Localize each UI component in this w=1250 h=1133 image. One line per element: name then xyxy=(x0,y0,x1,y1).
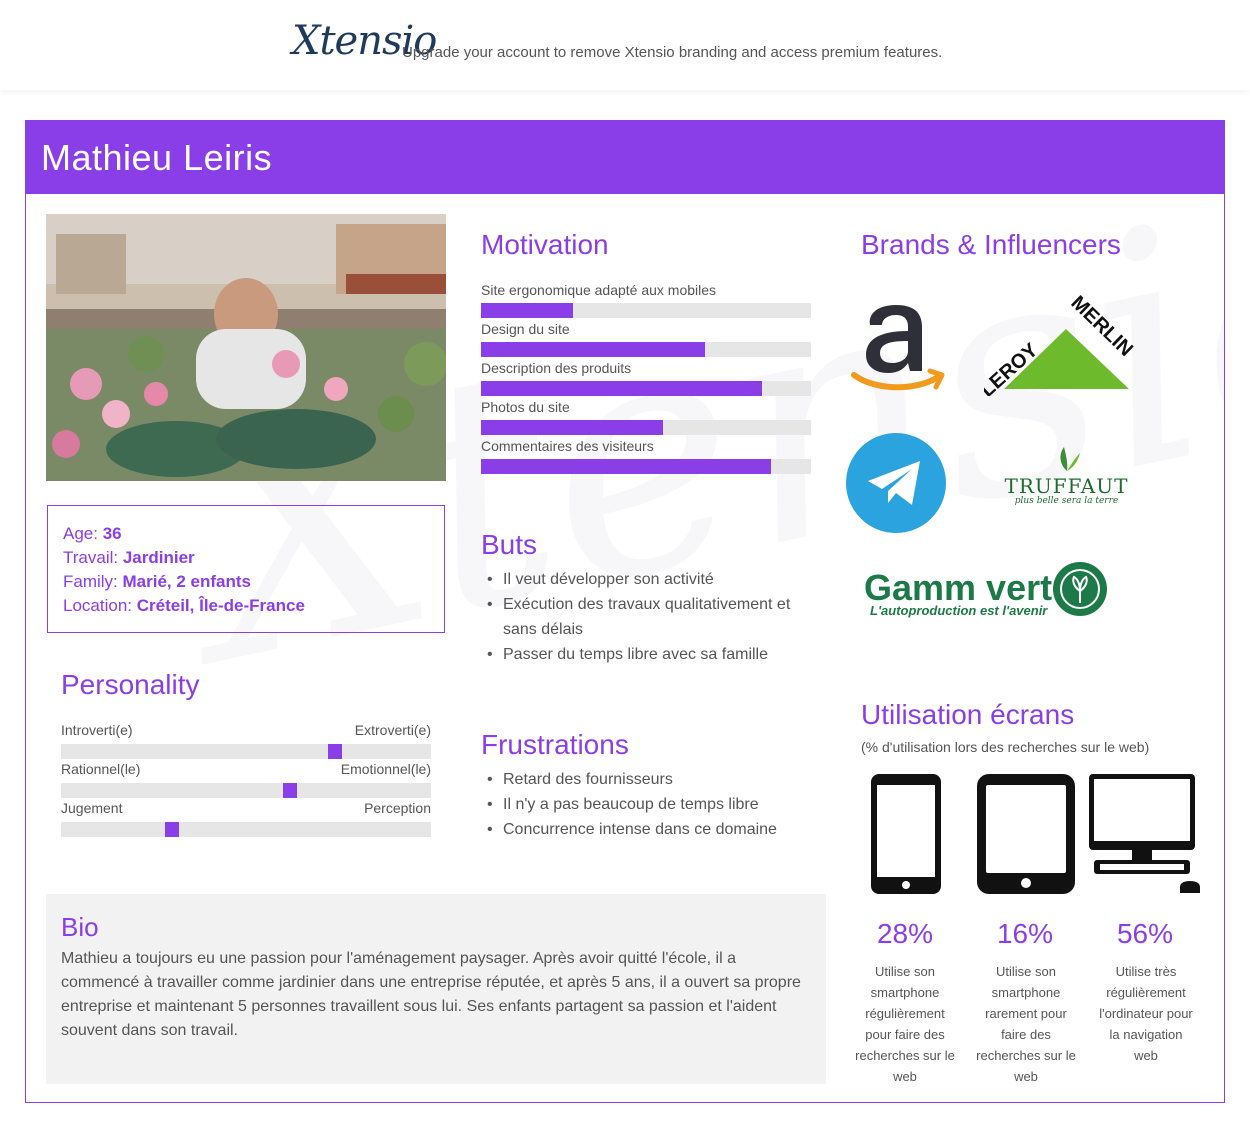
bio-heading: Bio xyxy=(61,912,99,942)
slider-track xyxy=(61,744,431,759)
slider-left-label: Introverti(e) xyxy=(61,722,133,738)
screens-heading: Utilisation écrans xyxy=(861,699,1075,730)
device-description: Utilise son smartphone régulièrement pou… xyxy=(855,964,955,1084)
amazon-logo xyxy=(846,293,946,398)
motivation-label: Photos du site xyxy=(481,399,570,415)
info-value: Jardinier xyxy=(122,548,195,567)
slider-right-label: Emotionnel(le) xyxy=(340,761,431,777)
slider-thumb xyxy=(328,744,342,759)
goals-heading: Buts xyxy=(481,529,538,560)
info-location: Location: Créteil, Île-de-France xyxy=(63,594,429,618)
persona-card: Mathieu Leiris Xtensio xyxy=(25,120,1225,1103)
personality-heading: Personality xyxy=(61,669,200,700)
truffaut-logo: TRUFFAUT plus belle sera la terre xyxy=(1004,445,1129,506)
frustrations-list: Retard des fournisseurs Il n'y a pas bea… xyxy=(481,767,821,842)
info-age: Age: 36 xyxy=(63,522,429,546)
upgrade-banner: Xtensio Upgrade your account to remove X… xyxy=(0,0,1250,90)
goals-list: Il veut développer son activité Exécutio… xyxy=(481,567,821,667)
info-family: Family: Marié, 2 enfants xyxy=(63,570,429,594)
motivation-label: Design du site xyxy=(481,321,570,337)
info-label: Travail: xyxy=(63,548,123,567)
personality-slider: Introverti(e) Extroverti(e) xyxy=(61,722,431,759)
personality-slider: Rationnel(le) Emotionnel(le) xyxy=(61,761,431,798)
info-label: Location: xyxy=(63,596,137,615)
motivation-bar: Site ergonomique adapté aux mobiles xyxy=(481,282,811,318)
slider-thumb xyxy=(165,822,179,837)
desktop-computer-icon xyxy=(1088,773,1202,900)
list-item: Exécution des travaux qualitativement et… xyxy=(481,592,821,642)
device-percent: 28% xyxy=(876,918,934,949)
info-value: Créteil, Île-de-France xyxy=(136,596,305,615)
slider-track xyxy=(61,822,431,837)
leroy-merlin-logo: LEROY MERLIN xyxy=(976,291,1149,402)
motivation-track xyxy=(481,342,811,357)
list-item: Concurrence intense dans ce domaine xyxy=(481,817,821,842)
info-job: Travail: Jardinier xyxy=(63,546,429,570)
gamm-vert-tagline: L'autoproduction est l'avenir xyxy=(870,603,1048,618)
bio-section: Bio Mathieu a toujours eu une passion po… xyxy=(46,894,826,1084)
slider-left-label: Jugement xyxy=(61,800,123,816)
motivation-bar: Photos du site xyxy=(481,399,811,435)
motivation-fill xyxy=(481,303,574,318)
brands-heading: Brands & Influencers xyxy=(861,229,1121,260)
slider-right-label: Extroverti(e) xyxy=(354,722,431,738)
motivation-bar: Commentaires des visiteurs xyxy=(481,438,811,474)
info-label: Age: xyxy=(63,524,103,543)
persona-info-box: Age: 36 Travail: Jardinier Family: Marié… xyxy=(47,505,445,633)
motivation-fill xyxy=(481,459,772,474)
list-item: Il veut développer son activité xyxy=(481,567,821,592)
motivation-track xyxy=(481,420,811,435)
slider-right-label: Perception xyxy=(364,800,431,816)
device-percent: 56% xyxy=(1116,918,1174,949)
list-item: Retard des fournisseurs xyxy=(481,767,821,792)
motivation-label: Site ergonomique adapté aux mobiles xyxy=(481,282,717,298)
motivation-bar: Design du site xyxy=(481,321,811,357)
device-description: Utilise très régulièrement l'ordinateur … xyxy=(1099,964,1193,1063)
motivation-fill xyxy=(481,342,706,357)
motivation-bar: Description des produits xyxy=(481,360,811,396)
telegram-logo xyxy=(846,433,946,538)
bio-text: Mathieu a toujours eu une passion pour l… xyxy=(61,950,801,1039)
frustrations-heading: Frustrations xyxy=(481,729,629,760)
truffaut-text: TRUFFAUT xyxy=(1004,474,1129,498)
personality-slider: Jugement Perception xyxy=(61,800,431,837)
persona-photo xyxy=(46,214,446,481)
slider-left-label: Rationnel(le) xyxy=(61,761,141,777)
motivation-heading: Motivation xyxy=(481,229,609,260)
motivation-label: Commentaires des visiteurs xyxy=(481,438,654,454)
list-item: Passer du temps libre avec sa famille xyxy=(481,642,821,667)
device-percent: 16% xyxy=(996,918,1054,949)
slider-track xyxy=(61,783,431,798)
device-description: Utilise son smartphone rarement pour fai… xyxy=(976,964,1076,1084)
info-value: Marié, 2 enfants xyxy=(122,572,252,591)
screens-subtitle: (% d'utilisation lors des recherches sur… xyxy=(861,739,1150,755)
motivation-track xyxy=(481,381,811,396)
truffaut-leaf-icon xyxy=(1059,447,1080,471)
persona-name: Mathieu Leiris xyxy=(41,137,273,178)
upgrade-banner-text[interactable]: Upgrade your account to remove Xtensio b… xyxy=(402,44,942,61)
motivation-track xyxy=(481,459,811,474)
persona-header: Mathieu Leiris xyxy=(26,121,1224,194)
list-item: Il n'y a pas beaucoup de temps libre xyxy=(481,792,821,817)
motivation-fill xyxy=(481,381,762,396)
motivation-fill xyxy=(481,420,663,435)
motivation-label: Description des produits xyxy=(481,360,632,376)
truffaut-tagline: plus belle sera la terre xyxy=(1014,496,1119,506)
slider-thumb xyxy=(283,783,297,798)
info-label: Family: xyxy=(63,572,123,591)
gamm-vert-emblem-icon xyxy=(1053,562,1107,616)
info-value: 36 xyxy=(102,524,122,543)
tablet-icon xyxy=(976,773,1076,900)
motivation-track xyxy=(481,303,811,318)
smartphone-icon xyxy=(870,773,942,900)
